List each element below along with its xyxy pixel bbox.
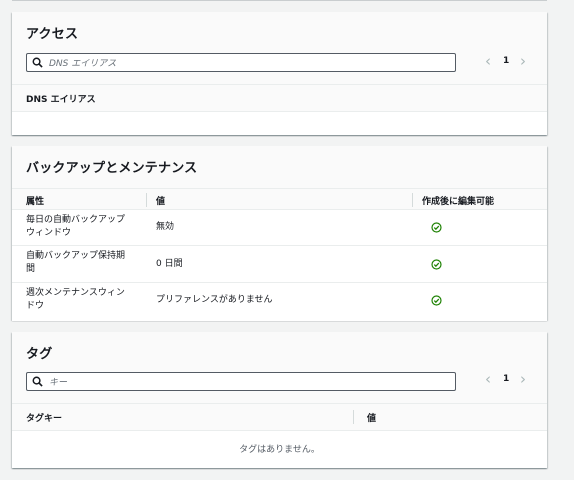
backup-header: バックアップとメンテナンス: [12, 146, 547, 189]
chevron-left-icon[interactable]: ‹: [485, 52, 491, 70]
search-icon: [32, 376, 43, 387]
column-attribute[interactable]: 属性: [26, 194, 44, 207]
dns-alias-search-input[interactable]: DNS エイリアス: [26, 53, 456, 72]
attribute-line: ドウ: [26, 301, 45, 311]
attribute-cell: 自動バックアップ保持期 間: [26, 250, 125, 276]
search-placeholder: DNS エイリアス: [49, 59, 117, 69]
chevron-left-icon[interactable]: ‹: [485, 370, 491, 388]
check-circle-icon: [431, 295, 442, 306]
table-row: 自動バックアップ保持期 間 0 日間: [12, 245, 547, 283]
attribute-line: 自動バックアップ保持期: [26, 251, 126, 261]
empty-state-text: タグはありません。: [239, 445, 320, 455]
column-divider: [412, 193, 413, 207]
check-circle-icon: [431, 259, 442, 270]
access-title: アクセス: [26, 27, 79, 42]
tags-title: タグ: [26, 347, 53, 362]
backup-table-header: 属性 値 作成後に編集可能: [12, 188, 547, 211]
search-placeholder: キー: [49, 378, 68, 388]
column-tag-value[interactable]: 値: [367, 411, 376, 424]
attribute-line: ウィンドウ: [26, 228, 72, 238]
table-row: 毎日の自動バックアップ ウィンドウ 無効: [12, 209, 547, 246]
attribute-line: 週次メンテナンスウィン: [26, 288, 125, 298]
page-number[interactable]: 1: [503, 374, 509, 384]
search-icon: [32, 57, 43, 68]
backup-panel: バックアップとメンテナンス 属性 値 作成後に編集可能 毎日の自動バックアップ …: [12, 146, 547, 321]
attribute-cell: 毎日の自動バックアップ ウィンドウ: [26, 214, 125, 240]
page-number[interactable]: 1: [503, 56, 509, 66]
tags-pagination: ‹ 1 ›: [481, 370, 531, 389]
value-cell: 無効: [156, 222, 175, 232]
column-tag-key[interactable]: タグキー: [26, 411, 62, 424]
chevron-right-icon[interactable]: ›: [520, 370, 526, 388]
column-divider: [353, 410, 354, 424]
value-cell: プリファレンスがありません: [156, 295, 273, 305]
access-pagination: ‹ 1 ›: [481, 52, 531, 71]
column-divider: [146, 193, 147, 207]
attribute-line: 間: [26, 264, 36, 274]
attribute-cell: 週次メンテナンスウィン ドウ: [26, 287, 125, 313]
access-table-header: DNS エイリアス: [12, 84, 547, 112]
access-header: アクセス DNS エイリアス ‹ 1 ›: [12, 12, 547, 84]
tags-table-header: タグキー 値: [12, 403, 547, 431]
table-row: 週次メンテナンスウィン ドウ プリファレンスがありません: [12, 282, 547, 321]
backup-title: バックアップとメンテナンス: [26, 161, 198, 176]
check-circle-icon: [431, 222, 442, 233]
tag-key-search-input[interactable]: キー: [26, 372, 456, 391]
column-editable[interactable]: 作成後に編集可能: [422, 194, 494, 207]
top-divider: [12, 0, 547, 1]
column-dns-alias[interactable]: DNS エイリアス: [26, 92, 96, 105]
tags-header: タグ キー ‹ 1 ›: [12, 332, 547, 403]
attribute-line: 毎日の自動バックアップ: [26, 215, 126, 225]
tags-panel: タグ キー ‹ 1 › タグキー 値 タグはありません。: [12, 332, 547, 468]
access-panel: アクセス DNS エイリアス ‹ 1 › DNS エイリアス: [12, 12, 547, 135]
value-cell: 0 日間: [156, 259, 183, 269]
column-value[interactable]: 値: [156, 194, 165, 207]
chevron-right-icon[interactable]: ›: [520, 52, 526, 70]
